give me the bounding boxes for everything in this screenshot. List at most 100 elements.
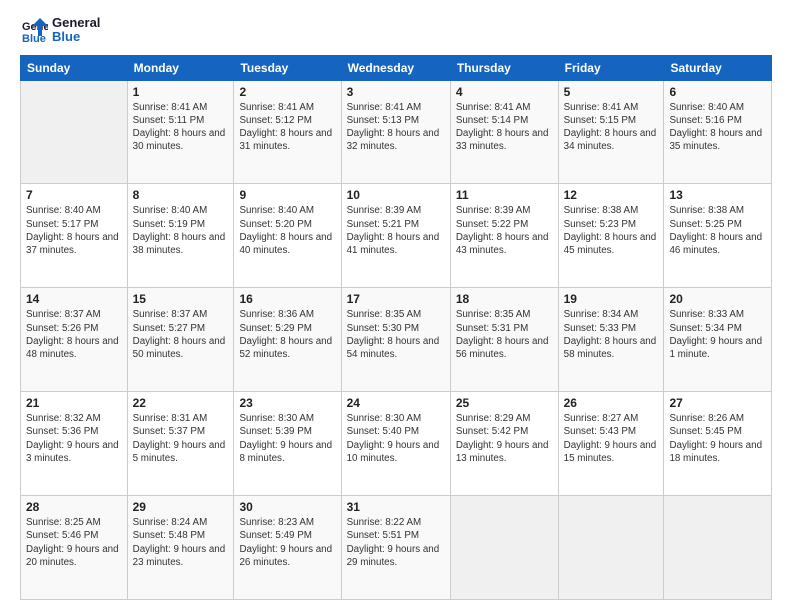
day-detail: Sunrise: 8:35 AM Sunset: 5:31 PM Dayligh… [456,308,553,361]
day-detail: Sunrise: 8:33 AM Sunset: 5:34 PM Dayligh… [669,308,766,361]
calendar-header-row: SundayMondayTuesdayWednesdayThursdayFrid… [21,55,772,80]
day-number: 25 [456,396,553,410]
calendar-cell: 4 Sunrise: 8:41 AM Sunset: 5:14 PM Daylig… [450,80,558,184]
day-detail: Sunrise: 8:41 AM Sunset: 5:11 PM Dayligh… [133,101,229,154]
day-number: 14 [26,292,122,306]
calendar-week-3: 14 Sunrise: 8:37 AM Sunset: 5:26 PM Dayli… [21,288,772,392]
day-header-friday: Friday [558,55,664,80]
calendar-cell: 7Sunrise: 8:40 AM Sunset: 5:17 PM Daylig… [21,184,128,288]
calendar-cell: 17Sunrise: 8:35 AM Sunset: 5:30 PM Dayli… [341,288,450,392]
calendar-cell: 9 Sunrise: 8:40 AM Sunset: 5:20 PM Daylig… [234,184,341,288]
day-detail: Sunrise: 8:40 AM Sunset: 5:20 PM Dayligh… [239,204,335,257]
day-header-monday: Monday [127,55,234,80]
calendar-cell: 21Sunrise: 8:32 AM Sunset: 5:36 PM Dayli… [21,392,128,496]
logo: General Blue General Blue [20,16,100,45]
calendar-week-1: 1 Sunrise: 8:41 AM Sunset: 5:11 PM Daylig… [21,80,772,184]
page-header: General Blue General Blue [20,16,772,45]
day-detail: Sunrise: 8:41 AM Sunset: 5:15 PM Dayligh… [564,101,659,154]
day-number: 8 [133,188,229,202]
day-detail: Sunrise: 8:31 AM Sunset: 5:37 PM Dayligh… [133,412,229,465]
day-number: 28 [26,500,122,514]
calendar-cell: 2Sunrise: 8:41 AM Sunset: 5:12 PM Daylig… [234,80,341,184]
calendar-cell: 11 Sunrise: 8:39 AM Sunset: 5:22 PM Dayli… [450,184,558,288]
calendar-cell: 28Sunrise: 8:25 AM Sunset: 5:46 PM Dayli… [21,496,128,600]
calendar-cell: 31 Sunrise: 8:22 AM Sunset: 5:51 PM Dayli… [341,496,450,600]
day-header-wednesday: Wednesday [341,55,450,80]
day-number: 20 [669,292,766,306]
day-detail: Sunrise: 8:38 AM Sunset: 5:25 PM Dayligh… [669,204,766,257]
day-number: 26 [564,396,659,410]
svg-text:Blue: Blue [22,33,46,44]
calendar-week-5: 28Sunrise: 8:25 AM Sunset: 5:46 PM Dayli… [21,496,772,600]
day-detail: Sunrise: 8:39 AM Sunset: 5:22 PM Dayligh… [456,204,553,257]
day-number: 3 [347,85,445,99]
day-detail: Sunrise: 8:27 AM Sunset: 5:43 PM Dayligh… [564,412,659,465]
day-number: 29 [133,500,229,514]
day-detail: Sunrise: 8:29 AM Sunset: 5:42 PM Dayligh… [456,412,553,465]
day-detail: Sunrise: 8:40 AM Sunset: 5:16 PM Dayligh… [669,101,766,154]
calendar-week-4: 21Sunrise: 8:32 AM Sunset: 5:36 PM Dayli… [21,392,772,496]
day-detail: Sunrise: 8:23 AM Sunset: 5:49 PM Dayligh… [239,516,335,569]
day-number: 30 [239,500,335,514]
calendar-cell [558,496,664,600]
day-detail: Sunrise: 8:39 AM Sunset: 5:21 PM Dayligh… [347,204,445,257]
day-number: 9 [239,188,335,202]
day-detail: Sunrise: 8:41 AM Sunset: 5:13 PM Dayligh… [347,101,445,154]
day-header-thursday: Thursday [450,55,558,80]
day-number: 10 [347,188,445,202]
day-number: 22 [133,396,229,410]
logo-general: General [52,16,100,30]
day-detail: Sunrise: 8:40 AM Sunset: 5:17 PM Dayligh… [26,204,122,257]
calendar-cell: 3 Sunrise: 8:41 AM Sunset: 5:13 PM Daylig… [341,80,450,184]
day-detail: Sunrise: 8:30 AM Sunset: 5:40 PM Dayligh… [347,412,445,465]
day-number: 19 [564,292,659,306]
day-header-saturday: Saturday [664,55,772,80]
day-detail: Sunrise: 8:36 AM Sunset: 5:29 PM Dayligh… [239,308,335,361]
day-number: 24 [347,396,445,410]
day-detail: Sunrise: 8:37 AM Sunset: 5:26 PM Dayligh… [26,308,122,361]
day-number: 11 [456,188,553,202]
logo-blue: Blue [52,30,100,44]
calendar-cell: 8 Sunrise: 8:40 AM Sunset: 5:19 PM Daylig… [127,184,234,288]
day-detail: Sunrise: 8:40 AM Sunset: 5:19 PM Dayligh… [133,204,229,257]
calendar-cell: 24 Sunrise: 8:30 AM Sunset: 5:40 PM Dayli… [341,392,450,496]
day-number: 31 [347,500,445,514]
day-detail: Sunrise: 8:41 AM Sunset: 5:12 PM Dayligh… [239,101,335,154]
calendar-cell: 25 Sunrise: 8:29 AM Sunset: 5:42 PM Dayli… [450,392,558,496]
day-number: 6 [669,85,766,99]
calendar-cell: 1 Sunrise: 8:41 AM Sunset: 5:11 PM Daylig… [127,80,234,184]
day-number: 4 [456,85,553,99]
day-number: 18 [456,292,553,306]
day-number: 12 [564,188,659,202]
calendar-week-2: 7Sunrise: 8:40 AM Sunset: 5:17 PM Daylig… [21,184,772,288]
day-number: 23 [239,396,335,410]
day-number: 15 [133,292,229,306]
calendar-cell: 26 Sunrise: 8:27 AM Sunset: 5:43 PM Dayli… [558,392,664,496]
day-detail: Sunrise: 8:37 AM Sunset: 5:27 PM Dayligh… [133,308,229,361]
day-number: 13 [669,188,766,202]
day-number: 1 [133,85,229,99]
day-number: 5 [564,85,659,99]
calendar-cell: 5 Sunrise: 8:41 AM Sunset: 5:15 PM Daylig… [558,80,664,184]
calendar-cell: 27Sunrise: 8:26 AM Sunset: 5:45 PM Dayli… [664,392,772,496]
day-header-sunday: Sunday [21,55,128,80]
calendar-cell: 12 Sunrise: 8:38 AM Sunset: 5:23 PM Dayli… [558,184,664,288]
day-detail: Sunrise: 8:30 AM Sunset: 5:39 PM Dayligh… [239,412,335,465]
calendar-cell: 13 Sunrise: 8:38 AM Sunset: 5:25 PM Dayli… [664,184,772,288]
calendar-cell: 14 Sunrise: 8:37 AM Sunset: 5:26 PM Dayli… [21,288,128,392]
day-detail: Sunrise: 8:38 AM Sunset: 5:23 PM Dayligh… [564,204,659,257]
calendar-cell: 30 Sunrise: 8:23 AM Sunset: 5:49 PM Dayli… [234,496,341,600]
calendar-table: SundayMondayTuesdayWednesdayThursdayFrid… [20,55,772,600]
calendar-cell: 23 Sunrise: 8:30 AM Sunset: 5:39 PM Dayli… [234,392,341,496]
day-detail: Sunrise: 8:22 AM Sunset: 5:51 PM Dayligh… [347,516,445,569]
calendar-cell: 19Sunrise: 8:34 AM Sunset: 5:33 PM Dayli… [558,288,664,392]
calendar-cell: 20 Sunrise: 8:33 AM Sunset: 5:34 PM Dayli… [664,288,772,392]
day-number: 21 [26,396,122,410]
calendar-cell [664,496,772,600]
logo-icon: General Blue [20,16,48,44]
calendar-cell: 10 Sunrise: 8:39 AM Sunset: 5:21 PM Dayli… [341,184,450,288]
day-detail: Sunrise: 8:41 AM Sunset: 5:14 PM Dayligh… [456,101,553,154]
calendar-cell [450,496,558,600]
calendar-cell: 6 Sunrise: 8:40 AM Sunset: 5:16 PM Daylig… [664,80,772,184]
day-detail: Sunrise: 8:26 AM Sunset: 5:45 PM Dayligh… [669,412,766,465]
